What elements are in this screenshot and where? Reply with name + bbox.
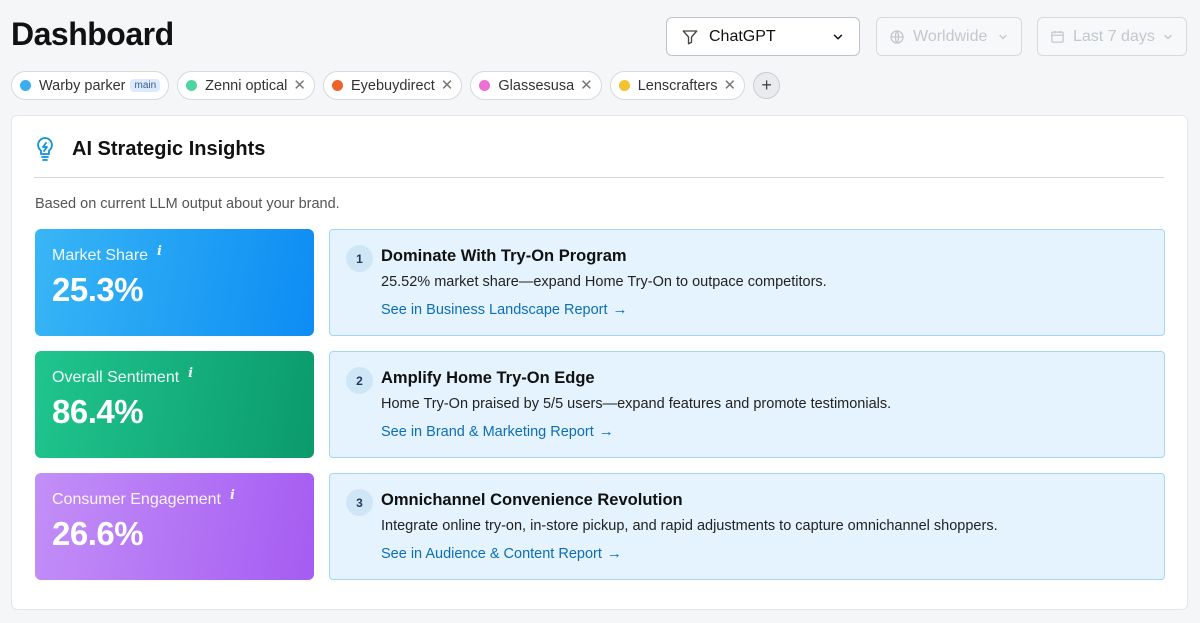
brand-color-dot [479,80,491,91]
arrow-right-icon: → [606,545,622,562]
brand-chip[interactable]: Zenni optical ✕ [177,71,315,100]
insight-description: Home Try-On praised by 5/5 users—expand … [381,396,892,412]
brand-chip-label: Lenscrafters [637,77,718,94]
close-icon[interactable]: ✕ [580,78,593,93]
brand-chip[interactable]: Lenscrafters ✕ [609,71,746,100]
chevron-down-icon [833,33,843,40]
insight-card: 2 Amplify Home Try-On Edge Home Try-On p… [329,351,1165,458]
close-icon[interactable]: ✕ [441,78,454,93]
brand-chip-label: Warby parker [39,77,126,94]
brand-chip-label: Zenni optical [205,77,288,94]
insight-description: Integrate online try-on, in-store pickup… [381,518,998,534]
insight-title: Omnichannel Convenience Revolution [381,491,683,509]
insight-number: 1 [346,245,373,272]
model-select-value: ChatGPT [709,27,776,45]
metric-card-consumer-engagement: Consumer Engagement i 26.6% [35,473,314,580]
region-select-value: Worldwide [913,27,988,45]
metric-label: Market Share [52,247,149,264]
plus-icon: + [761,75,772,95]
insight-number: 2 [346,367,373,394]
close-icon[interactable]: ✕ [724,78,737,93]
insight-description: 25.52% market share—expand Home Try-On t… [381,274,827,290]
arrow-right-icon: → [598,423,614,440]
metric-value: 26.6% [52,515,144,552]
metric-value: 25.3% [52,271,144,308]
brand-chip[interactable]: Eyebuydirect ✕ [322,71,463,100]
add-brand-button[interactable]: + [753,72,781,99]
chevron-down-icon [1164,34,1172,39]
metric-value: 86.4% [52,393,144,430]
report-link[interactable]: See in Audience & Content Report → [381,545,622,562]
report-link[interactable]: See in Brand & Marketing Report → [381,423,614,440]
insight-card: 1 Dominate With Try-On Program 25.52% ma… [329,229,1165,336]
insights-panel: AI Strategic Insights Based on current L… [11,115,1188,610]
calendar-icon [1051,30,1064,43]
date-range-select[interactable]: Last 7 days [1037,17,1187,56]
metric-label: Overall Sentiment [52,369,180,386]
brand-chip-list: Warby parker main Zenni optical ✕ Eyebuy… [11,71,781,100]
insight-title: Amplify Home Try-On Edge [381,369,595,387]
model-select[interactable]: ChatGPT [666,17,860,56]
panel-subtitle: Based on current LLM output about your b… [35,196,340,212]
info-icon[interactable]: i [157,244,162,259]
brand-color-dot [331,80,343,91]
metric-label: Consumer Engagement [52,491,221,508]
brand-color-dot [618,80,630,91]
insight-card: 3 Omnichannel Convenience Revolution Int… [329,473,1165,580]
brand-chip[interactable]: Warby parker main [11,71,170,100]
info-icon[interactable]: i [188,366,193,381]
report-link-label: See in Business Landscape Report [381,301,608,318]
panel-title: AI Strategic Insights [72,137,266,160]
brand-chip-label: Glassesusa [498,77,575,94]
insights-panel-header: AI Strategic Insights [34,136,265,162]
brand-chip-label: Eyebuydirect [350,77,435,94]
report-link-label: See in Brand & Marketing Report [381,423,594,440]
insight-title: Dominate With Try-On Program [381,247,627,265]
brand-chip[interactable]: Glassesusa ✕ [470,71,602,100]
globe-icon [890,29,904,44]
divider [34,177,1164,178]
lightbulb-icon [37,137,53,161]
brand-color-dot [20,80,31,91]
close-icon[interactable]: ✕ [293,78,306,93]
region-select[interactable]: Worldwide [876,17,1022,56]
brand-color-dot [186,80,198,91]
chevron-down-icon [999,34,1007,39]
date-range-value: Last 7 days [1073,27,1155,45]
report-link-label: See in Audience & Content Report [381,545,602,562]
main-brand-badge: main [130,79,161,92]
insight-number: 3 [346,489,373,516]
arrow-right-icon: → [612,301,628,318]
page-title: Dashboard [11,16,174,52]
filter-icon [682,29,698,44]
report-link[interactable]: See in Business Landscape Report → [381,301,628,318]
metric-card-market-share: Market Share i 25.3% [35,229,314,336]
info-icon[interactable]: i [230,488,235,503]
metric-card-overall-sentiment: Overall Sentiment i 86.4% [35,351,314,458]
